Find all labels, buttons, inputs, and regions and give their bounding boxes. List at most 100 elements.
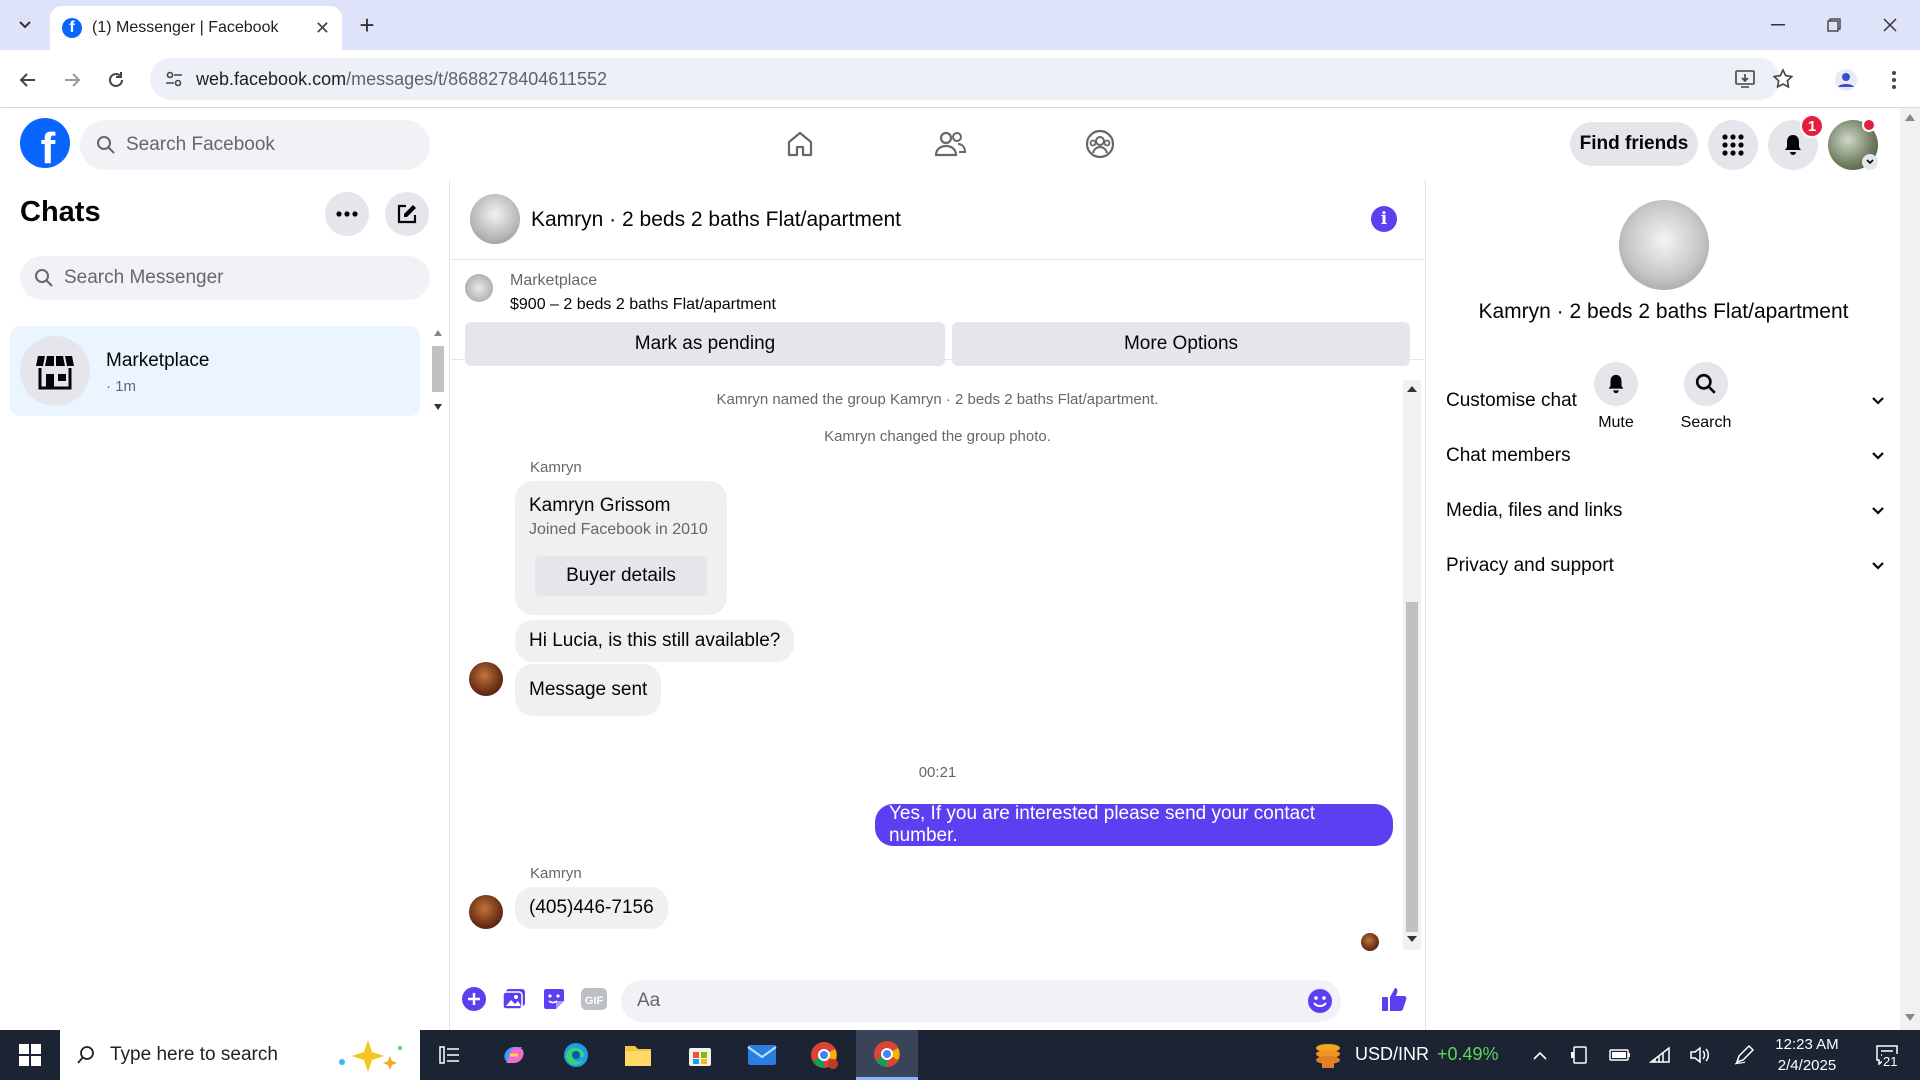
listing-thumbnail[interactable]: [465, 274, 493, 302]
marketplace-store-icon: [20, 336, 90, 406]
group-photo-avatar[interactable]: [470, 194, 520, 244]
kebab-menu-icon: [1892, 71, 1896, 89]
chat-list-item-marketplace[interactable]: Marketplace · 1m: [10, 326, 420, 416]
customise-chat-section[interactable]: Customise chat: [1446, 381, 1886, 421]
chat-scroll-down-arrow[interactable]: [434, 404, 442, 410]
new-tab-button[interactable]: +: [352, 10, 382, 40]
groups-button[interactable]: [1075, 122, 1125, 166]
reload-button[interactable]: [98, 62, 134, 98]
taskbar-search-input[interactable]: Type here to search: [60, 1030, 420, 1080]
menu-button[interactable]: [1708, 120, 1758, 170]
buyer-details-button[interactable]: Buyer details: [535, 556, 707, 596]
messenger-search-input[interactable]: Search Messenger: [20, 256, 430, 300]
bookmark-star-icon[interactable]: [1772, 68, 1794, 90]
chrome-profile-app[interactable]: [806, 1038, 842, 1072]
chat-members-section[interactable]: Chat members: [1446, 436, 1886, 476]
message-timestamp: 00:21: [918, 764, 957, 781]
mark-as-pending-button[interactable]: Mark as pending: [465, 322, 945, 366]
more-actions-button[interactable]: [459, 984, 489, 1014]
pen-icon[interactable]: [1726, 1038, 1762, 1072]
sender-avatar[interactable]: [469, 895, 503, 929]
page-scroll-down-arrow[interactable]: [1905, 1014, 1915, 1021]
listing-title[interactable]: $900 – 2 beds 2 baths Flat/apartment: [510, 296, 776, 314]
profile-button[interactable]: [1828, 62, 1864, 98]
like-button[interactable]: [1379, 984, 1409, 1014]
incoming-message[interactable]: Hi Lucia, is this still available?: [515, 620, 795, 662]
gif-button[interactable]: GIF: [579, 984, 609, 1014]
sender-avatar[interactable]: [469, 662, 503, 696]
show-hidden-icons-button[interactable]: [1522, 1038, 1558, 1072]
profile-card: Kamryn Grissom Joined Facebook in 2010 B…: [515, 481, 727, 615]
file-explorer-app[interactable]: [620, 1038, 656, 1072]
minimize-button[interactable]: [1758, 8, 1798, 42]
site-info-icon[interactable]: [164, 69, 184, 89]
system-clock[interactable]: 12:23 AM 2/4/2025: [1760, 1034, 1854, 1076]
install-app-icon[interactable]: [1734, 68, 1756, 90]
new-message-button[interactable]: [385, 192, 429, 236]
close-window-button[interactable]: [1870, 8, 1910, 42]
message-scroll-down-arrow[interactable]: [1407, 936, 1417, 942]
message-scrollbar[interactable]: [1403, 380, 1421, 950]
copilot-app[interactable]: [496, 1038, 532, 1072]
reload-icon: [109, 72, 123, 87]
minimize-icon: [1771, 24, 1785, 26]
account-chevron-icon[interactable]: [1862, 154, 1878, 170]
friends-button[interactable]: [925, 122, 975, 166]
sticker-button[interactable]: [539, 984, 569, 1014]
task-view-button[interactable]: [432, 1038, 468, 1072]
store-icon: [689, 1048, 711, 1066]
media-files-links-section[interactable]: Media, files and links: [1446, 491, 1886, 531]
currency-ticker[interactable]: USD/INR +0.49%: [1355, 1044, 1499, 1065]
volume-icon[interactable]: [1682, 1038, 1718, 1072]
outgoing-message[interactable]: Yes, If you are interested please send y…: [875, 803, 1393, 846]
attach-photo-button[interactable]: [499, 984, 529, 1014]
message-scroll-thumb[interactable]: [1406, 602, 1418, 932]
tab-list-button[interactable]: [12, 12, 38, 38]
windows-taskbar: Type here to search USD/INR +0.49% 12:23…: [0, 1030, 1920, 1080]
chat-scroll-thumb[interactable]: [432, 346, 444, 392]
message-scroll-up-arrow[interactable]: [1407, 386, 1417, 392]
message-input[interactable]: Aa: [621, 980, 1341, 1022]
emoji-button[interactable]: [1307, 988, 1333, 1014]
section-label: Chat members: [1446, 445, 1571, 466]
find-friends-button[interactable]: Find friends: [1570, 122, 1698, 166]
mail-app[interactable]: [744, 1038, 780, 1072]
currency-widget-icon[interactable]: [1310, 1038, 1346, 1072]
chevron-down-icon: [1872, 397, 1884, 405]
browser-tab[interactable]: f (1) Messenger | Facebook ✕: [50, 6, 342, 50]
chat-list-scrollbar[interactable]: [430, 326, 446, 416]
grid-menu-icon: [1722, 134, 1744, 156]
group-photo-large[interactable]: [1619, 200, 1709, 290]
facebook-search-input[interactable]: Search Facebook: [80, 120, 430, 170]
copilot-icon: [504, 1047, 524, 1063]
wifi-icon[interactable]: [1642, 1038, 1678, 1072]
incoming-message[interactable]: (405)446-7156: [515, 887, 668, 929]
page-scrollbar[interactable]: [1900, 108, 1920, 1030]
more-options-button[interactable]: More Options: [952, 322, 1410, 366]
battery-icon[interactable]: [1602, 1038, 1638, 1072]
home-button[interactable]: [775, 122, 825, 166]
clock-time: 12:23 AM: [1775, 1036, 1839, 1053]
page-scroll-up-arrow[interactable]: [1905, 114, 1915, 121]
conversation-title[interactable]: Kamryn · 2 beds 2 baths Flat/apartment: [531, 208, 901, 232]
start-button[interactable]: [12, 1038, 48, 1072]
sender-name: Kamryn: [530, 459, 582, 476]
facebook-logo-icon[interactable]: f: [20, 118, 70, 168]
url-path: /messages/t/8688278404611552: [346, 68, 607, 89]
notification-center-button[interactable]: 21: [1864, 1038, 1910, 1072]
conversation-info-icon[interactable]: i: [1371, 206, 1397, 232]
edge-app[interactable]: [558, 1038, 594, 1072]
device-icon[interactable]: [1562, 1038, 1598, 1072]
back-button[interactable]: [10, 62, 46, 98]
chat-scroll-up-arrow[interactable]: [434, 330, 442, 336]
browser-menu-button[interactable]: [1876, 62, 1912, 98]
forward-button[interactable]: [54, 62, 90, 98]
restore-button[interactable]: [1814, 8, 1854, 42]
microsoft-store-app[interactable]: [682, 1038, 718, 1072]
privacy-support-section[interactable]: Privacy and support: [1446, 546, 1886, 586]
chrome-active-app[interactable]: [856, 1030, 918, 1080]
address-bar[interactable]: web.facebook.com/messages/t/868827840461…: [150, 58, 1794, 100]
chat-options-button[interactable]: [325, 192, 369, 236]
incoming-message[interactable]: Message sent: [515, 664, 662, 716]
close-tab-icon[interactable]: ✕: [315, 18, 330, 39]
